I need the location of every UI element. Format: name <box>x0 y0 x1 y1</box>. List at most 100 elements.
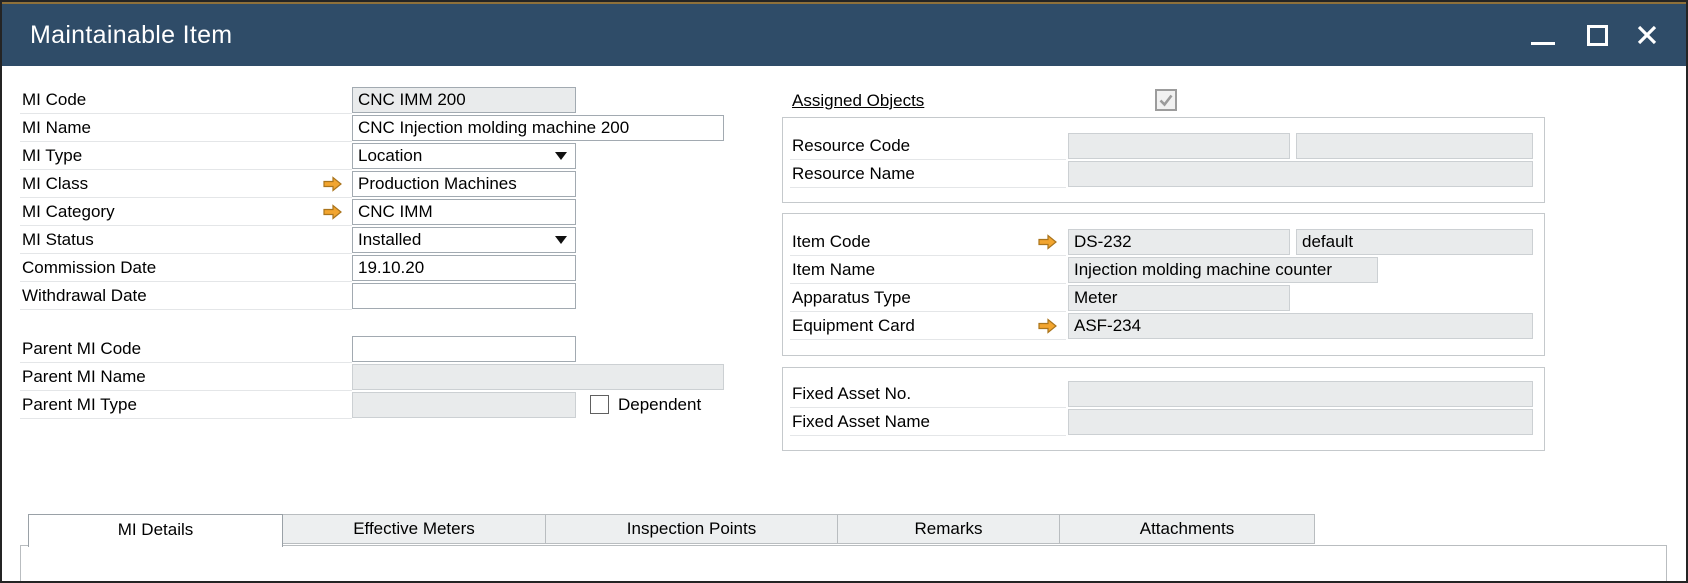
mi-category-row: MI Category <box>20 199 732 226</box>
minimize-icon <box>1531 42 1555 45</box>
resource-code-input-2 <box>1296 133 1533 159</box>
commission-date-input[interactable] <box>352 255 576 281</box>
assigned-objects-checkbox <box>1155 89 1177 111</box>
row-separator <box>20 113 352 114</box>
parent-mi-type-input <box>352 392 576 418</box>
tab-inspection-points[interactable]: Inspection Points <box>546 514 838 544</box>
mi-type-combo[interactable]: Location <box>352 143 576 169</box>
row-separator <box>790 187 1066 188</box>
mi-class-label: MI Class <box>22 171 88 197</box>
dropdown-arrow-icon <box>555 236 567 244</box>
mi-category-label: MI Category <box>22 199 115 225</box>
row-separator <box>20 281 352 282</box>
resource-code-label: Resource Code <box>792 133 910 159</box>
mi-name-row: MI Name <box>20 115 732 142</box>
mi-name-input[interactable] <box>352 115 724 141</box>
tab-attachments[interactable]: Attachments <box>1060 514 1315 544</box>
assigned-objects-label[interactable]: Assigned Objects <box>792 88 924 114</box>
assigned-objects-header: Assigned Objects <box>790 88 1544 116</box>
maintainable-item-window: Maintainable Item MI Code MI Name MI Typ… <box>0 0 1688 583</box>
withdrawal-date-label: Withdrawal Date <box>22 283 147 309</box>
commission-date-row: Commission Date <box>20 255 732 282</box>
row-separator <box>20 141 352 142</box>
withdrawal-date-input[interactable] <box>352 283 576 309</box>
row-separator <box>790 283 1066 284</box>
row-separator <box>20 169 352 170</box>
item-name-label: Item Name <box>792 257 875 283</box>
row-separator <box>790 159 1066 160</box>
mi-type-label: MI Type <box>22 143 82 169</box>
mi-code-row: MI Code <box>20 87 732 114</box>
parent-mi-type-label: Parent MI Type <box>22 392 137 418</box>
mi-class-input[interactable] <box>352 171 576 197</box>
mi-type-row: MI Type Location <box>20 143 732 170</box>
row-separator <box>790 311 1066 312</box>
tab-content-area <box>20 545 1667 581</box>
row-separator <box>790 435 1066 436</box>
link-arrow-icon[interactable] <box>323 204 343 220</box>
fixed-asset-no-label: Fixed Asset No. <box>792 381 911 407</box>
fixed-asset-name-row: Fixed Asset Name <box>790 409 1544 436</box>
equipment-card-row: Equipment Card <box>790 313 1544 340</box>
row-separator <box>20 309 352 310</box>
mi-status-label: MI Status <box>22 227 94 253</box>
tab-remarks[interactable]: Remarks <box>838 514 1060 544</box>
parent-mi-name-input <box>352 364 724 390</box>
tab-mi-details[interactable]: MI Details <box>28 514 283 547</box>
row-separator <box>20 197 352 198</box>
maximize-button[interactable] <box>1578 4 1616 66</box>
equipment-card-label: Equipment Card <box>792 313 915 339</box>
row-separator <box>790 407 1066 408</box>
link-arrow-icon[interactable] <box>1038 318 1058 334</box>
titlebar: Maintainable Item <box>0 4 1688 66</box>
item-code-input <box>1068 229 1290 255</box>
mi-status-combo[interactable]: Installed <box>352 227 576 253</box>
row-separator <box>20 362 352 363</box>
link-arrow-icon[interactable] <box>323 176 343 192</box>
mi-type-combo-value: Location <box>358 146 422 166</box>
fixed-asset-name-input <box>1068 409 1533 435</box>
mi-name-label: MI Name <box>22 115 91 141</box>
fixed-asset-no-row: Fixed Asset No. <box>790 381 1544 408</box>
parent-mi-code-row: Parent MI Code <box>20 336 732 363</box>
row-separator <box>20 225 352 226</box>
item-name-row: Item Name <box>790 257 1544 284</box>
row-separator <box>790 255 1066 256</box>
apparatus-type-input <box>1068 285 1290 311</box>
resource-name-label: Resource Name <box>792 161 915 187</box>
resource-group-box <box>782 117 1545 203</box>
fixed-asset-name-label: Fixed Asset Name <box>792 409 930 435</box>
row-separator <box>20 390 352 391</box>
mi-code-label: MI Code <box>22 87 86 113</box>
mi-class-row: MI Class <box>20 171 732 198</box>
dependent-checkbox-label: Dependent <box>618 392 701 418</box>
resource-name-input <box>1068 161 1533 187</box>
parent-mi-type-row: Parent MI Type Dependent <box>20 392 732 419</box>
resource-name-row: Resource Name <box>790 161 1544 188</box>
parent-mi-name-row: Parent MI Name <box>20 364 732 391</box>
parent-mi-code-input[interactable] <box>352 336 576 362</box>
close-button[interactable] <box>1628 4 1666 66</box>
dropdown-arrow-icon <box>555 152 567 160</box>
parent-mi-code-label: Parent MI Code <box>22 336 141 362</box>
dependent-checkbox[interactable] <box>590 395 609 414</box>
apparatus-type-row: Apparatus Type <box>790 285 1544 312</box>
mi-status-row: MI Status Installed <box>20 227 732 254</box>
tab-effective-meters[interactable]: Effective Meters <box>283 514 546 544</box>
link-arrow-icon[interactable] <box>1038 234 1058 250</box>
mi-category-input[interactable] <box>352 199 576 225</box>
row-separator <box>20 418 352 419</box>
item-code-default-input <box>1296 229 1533 255</box>
apparatus-type-label: Apparatus Type <box>792 285 911 311</box>
resource-code-row: Resource Code <box>790 133 1544 160</box>
maximize-icon <box>1587 25 1608 46</box>
close-icon <box>1636 24 1658 46</box>
window-title: Maintainable Item <box>30 4 232 66</box>
fixed-asset-no-input <box>1068 381 1533 407</box>
minimize-button[interactable] <box>1524 4 1562 66</box>
resource-code-input <box>1068 133 1290 159</box>
item-code-row: Item Code <box>790 229 1544 256</box>
row-separator <box>790 339 1066 340</box>
item-name-input <box>1068 257 1378 283</box>
mi-status-combo-value: Installed <box>358 230 421 250</box>
